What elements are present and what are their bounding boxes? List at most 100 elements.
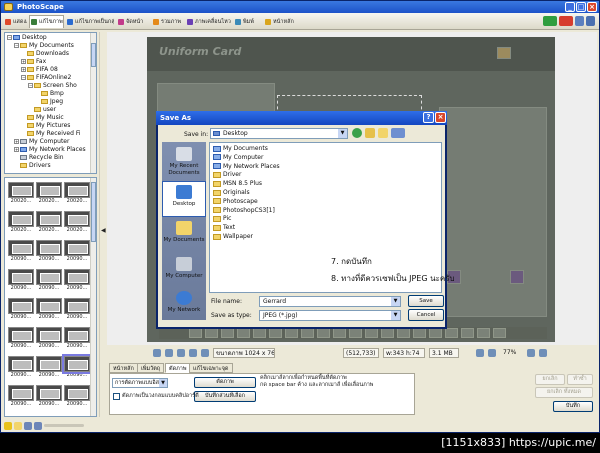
thumbnail[interactable]: 20090... (8, 298, 34, 321)
tree-item[interactable]: +My Pictures (21, 122, 70, 130)
tree-expander-icon[interactable]: − (21, 75, 26, 80)
tree-scrollbar[interactable] (90, 33, 96, 173)
zoom-fit-icon[interactable] (527, 349, 535, 357)
thumbnail[interactable]: 20090... (8, 240, 34, 263)
thumbnail[interactable]: 20090... (36, 385, 62, 408)
save-in-select[interactable]: Desktop ▼ (210, 128, 348, 139)
thumbnail-panel[interactable]: 20020... 20020... 20020... 20020... 20020...… (4, 177, 97, 417)
crop-button[interactable]: ตัดภาพ (194, 377, 256, 388)
tree-expander-icon[interactable]: − (14, 43, 19, 48)
save-button[interactable]: บันทึก (553, 401, 593, 412)
file-item[interactable]: My Computer (213, 154, 263, 162)
thumbnail[interactable]: 20020... (64, 182, 90, 205)
maximize-button[interactable]: □ (576, 2, 586, 12)
help-icon[interactable] (586, 16, 595, 26)
thumbnail-scroll-thumb[interactable] (91, 182, 96, 242)
collapse-arrow-icon[interactable]: ◀ (101, 227, 106, 234)
back-arrow-icon[interactable] (24, 421, 32, 430)
tree-item[interactable]: − My Documents (14, 42, 74, 50)
crop-mode-select[interactable]: การตัดภาพแบบอิสระ ▼ (112, 378, 168, 388)
tree-item[interactable]: + My Network Places (14, 146, 86, 154)
file-item[interactable]: Originals (213, 189, 250, 197)
new-badge-icon[interactable] (543, 16, 557, 26)
thumbnail[interactable]: 20090... (36, 298, 62, 321)
thumbnail[interactable]: 20020... (64, 211, 90, 234)
tree-item[interactable]: +Jpeg (35, 98, 63, 106)
tab-4[interactable]: จัดหน้า (116, 15, 150, 28)
thumbnail[interactable]: 20090... (36, 240, 62, 263)
dialog-close-button[interactable]: × (435, 112, 446, 123)
file-item[interactable]: Wallpaper (213, 233, 253, 241)
file-item[interactable]: Text (213, 224, 235, 232)
settings-icon[interactable] (575, 16, 584, 26)
dialog-help-button[interactable]: ? (423, 112, 434, 123)
tree-item[interactable]: +Drivers (14, 162, 51, 170)
undo-all-button[interactable]: ยกเลิก ทั้งหมด (535, 387, 593, 398)
view-menu-icon[interactable] (391, 128, 405, 138)
up-folder-icon[interactable] (365, 128, 375, 138)
thumbnail[interactable]: 20020... (36, 182, 62, 205)
thumbnail[interactable]: 20090... (36, 327, 62, 350)
tree-expander-icon[interactable]: − (7, 35, 12, 40)
file-list[interactable]: My Documents My Computer My Network Places… (209, 142, 455, 293)
zoom-level[interactable]: 77% (501, 348, 525, 358)
file-item[interactable]: Driver (213, 171, 241, 179)
thumbnail[interactable]: 20090... (36, 356, 62, 379)
place-my-documents[interactable]: My Documents (162, 218, 206, 254)
tree-item[interactable]: +My Received Fi (21, 130, 81, 138)
tab-8[interactable]: หน้าหลัก (263, 15, 299, 28)
tree-item[interactable]: − FIFAOnline2 (21, 74, 71, 82)
thumbnail[interactable]: 20020... (36, 211, 62, 234)
folder-tree[interactable]: −Desktop−My Documents+Downloads+Fax+FIFA… (4, 32, 97, 174)
tree-item[interactable]: +user (28, 106, 56, 114)
thumbnail[interactable]: 20090... (64, 385, 90, 408)
star-icon[interactable] (4, 421, 12, 430)
thumbnail[interactable]: 20090... (8, 356, 34, 379)
file-item[interactable]: Photoscape (213, 198, 258, 206)
thumbnail[interactable]: 20090... (8, 385, 34, 408)
dialog-save-button[interactable]: Save (408, 295, 444, 307)
rotate-right-icon[interactable] (165, 349, 173, 357)
thumbnail[interactable]: 20090... (64, 269, 90, 292)
zoom-actual-icon[interactable] (539, 349, 547, 357)
thumbnail[interactable]: 20090... (36, 269, 62, 292)
zoom-out-icon[interactable] (488, 349, 496, 357)
new-folder-icon[interactable] (378, 128, 388, 138)
tab-2[interactable]: แก้ไขภาพ (29, 15, 64, 28)
tab-6[interactable]: ภาพเคลื่อนไหว (185, 15, 232, 28)
folder-icon[interactable] (14, 421, 22, 430)
dialog-cancel-button[interactable]: Cancel (408, 309, 444, 321)
tab-3[interactable]: แก้ไขภาพเป็นกลุ่ม (65, 15, 115, 28)
tree-item[interactable]: + Fax (21, 58, 46, 66)
thumbnail[interactable]: 20020... (8, 211, 34, 234)
bottom-tab-2[interactable]: เพิ่มวัตถุ (137, 363, 165, 373)
tab-1[interactable]: แสดงภาพ (3, 15, 28, 28)
filetype-select[interactable]: JPEG (*.jpg) ▼ (259, 310, 401, 321)
place-my-computer[interactable]: My Computer (162, 254, 206, 290)
thumbnail[interactable]: 20090... (64, 240, 90, 263)
tree-item[interactable]: +My Music (21, 114, 64, 122)
thumbnail[interactable]: 20090... (8, 327, 34, 350)
tab-7[interactable]: พิมพ์ (233, 15, 262, 28)
flip-icon[interactable] (177, 349, 185, 357)
tree-item[interactable]: + FIFA 08 (21, 66, 58, 74)
tree-expander-icon[interactable]: + (14, 147, 19, 152)
thumbnail-size-slider[interactable] (44, 424, 84, 427)
zoom-in-icon[interactable] (476, 349, 484, 357)
redo-button[interactable]: ทำซ้ำ (567, 374, 593, 385)
bottom-tab-3[interactable]: ตัดภาพ (165, 363, 191, 373)
circle-crop-checkbox[interactable] (113, 393, 120, 400)
tree-item[interactable]: +Recycle Bin (14, 154, 64, 162)
bottom-tab-4[interactable]: แก้ไขเฉพาะจุด (189, 363, 233, 373)
tree-expander-icon[interactable]: + (14, 139, 19, 144)
tree-item[interactable]: +Downloads (21, 50, 69, 58)
tree-item[interactable]: + My Computer (14, 138, 69, 146)
close-button[interactable]: × (587, 2, 597, 12)
panel-splitter[interactable]: ◀ (99, 32, 106, 417)
thumbnail[interactable]: 20090... (64, 327, 90, 350)
thumbnail-scrollbar[interactable] (90, 178, 96, 416)
file-item[interactable]: My Network Places (213, 163, 280, 171)
thumbnail[interactable]: 20090... (62, 354, 92, 379)
file-item[interactable]: My Documents (213, 145, 268, 153)
tree-expander-icon[interactable]: − (28, 83, 33, 88)
